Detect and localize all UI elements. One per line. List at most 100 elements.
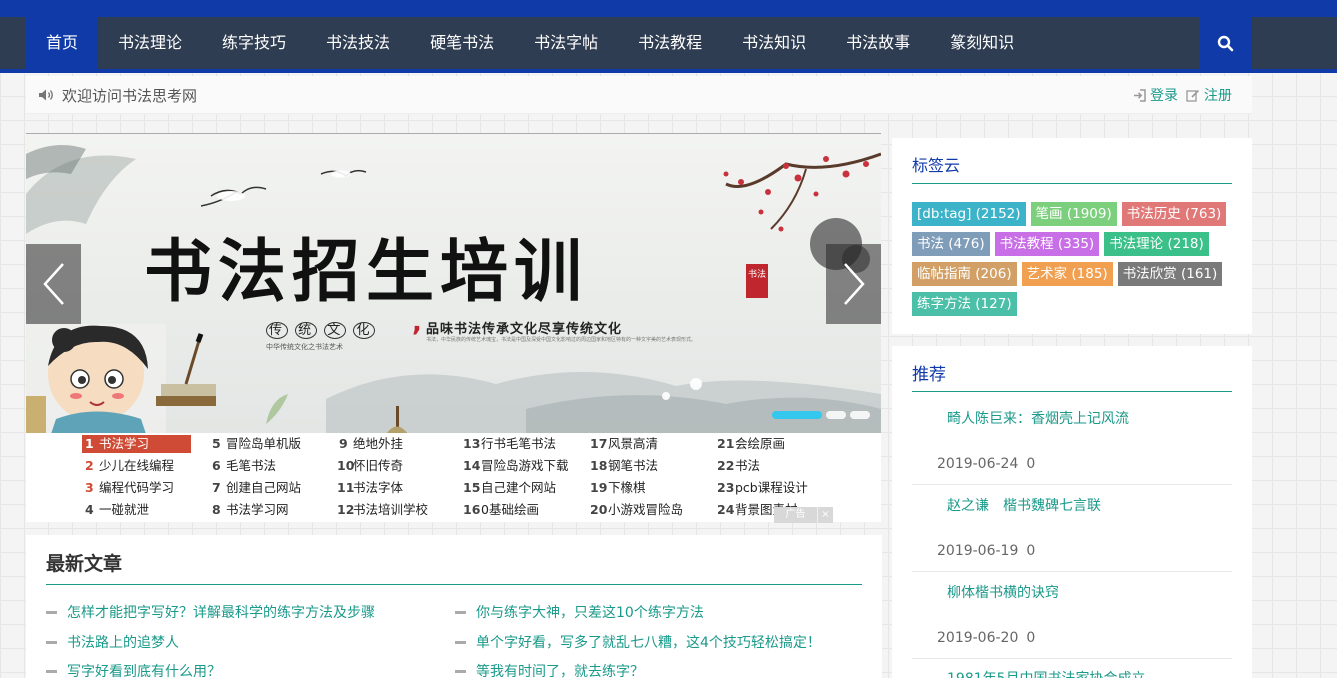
carousel-prev-button[interactable]	[26, 244, 81, 324]
login-link[interactable]: 登录	[1133, 85, 1178, 105]
tag-link[interactable]: 书法教程 (335)	[994, 232, 1100, 256]
ad-link[interactable]: 13行书毛笔书法	[463, 435, 556, 453]
register-label: 注册	[1204, 88, 1232, 104]
article-link[interactable]: 你与练字大神，只差这10个练字方法	[455, 602, 704, 622]
tag-link[interactable]: 临帖指南 (206)	[912, 262, 1017, 286]
recommend-date: 2019-06-19	[937, 543, 1019, 559]
ad-text: 冒险岛单机版	[226, 436, 302, 451]
ad-link[interactable]: 18钢笔书法	[590, 457, 658, 475]
ad-num: 4	[85, 502, 94, 517]
ad-link[interactable]: 1 书法学习	[82, 435, 191, 453]
banner-badge-char: 统	[295, 322, 318, 339]
ad-close-button[interactable]: ×	[817, 507, 833, 523]
recommend-count: 0	[1026, 630, 1036, 646]
ad-link[interactable]: 2 少儿在线编程	[85, 457, 174, 475]
article-link[interactable]: 写字好看到底有什么用？	[46, 661, 221, 678]
tag-link[interactable]: 书法历史 (763)	[1121, 202, 1227, 226]
tag-link[interactable]: 书法理论 (218)	[1104, 232, 1209, 256]
recommend-link[interactable]: 畸人陈巨来：香烟壳上记风流	[947, 408, 1129, 428]
tag-link[interactable]: [db:tag] (2152)	[912, 202, 1026, 226]
chevron-left-icon	[42, 263, 64, 305]
ad-num: 19	[590, 480, 608, 495]
ad-num: 1	[85, 436, 94, 451]
carousel-next-button[interactable]	[826, 244, 881, 324]
nav-item-practice-tips[interactable]: 练字技巧	[202, 17, 306, 69]
nav-item-home[interactable]: 首页	[26, 17, 99, 69]
ad-num: 2	[85, 458, 94, 473]
register-link[interactable]: 注册	[1186, 85, 1232, 105]
search-button[interactable]	[1199, 17, 1252, 69]
recommend-link[interactable]: 1981年5月中国书法家协会成立	[947, 668, 1146, 678]
tag-link[interactable]: 练字方法 (127)	[912, 292, 1017, 316]
recommend-count: 0	[1026, 456, 1036, 472]
ad-link[interactable]: 160基础绘画	[463, 501, 539, 519]
tag-link[interactable]: 书法 (476)	[912, 232, 990, 256]
ad-link[interactable]: 23pcb课程设计	[717, 479, 808, 497]
ad-num: 12	[337, 502, 355, 517]
article-title: 单个字好看，写多了就乱七八糟，这4个技巧轻松搞定！	[476, 635, 821, 651]
banner-caption: 中华传统文化之书法艺术	[266, 343, 343, 351]
edit-icon	[1186, 89, 1200, 102]
article-link[interactable]: 等我有时间了，就去练字？	[455, 661, 644, 678]
ad-link[interactable]: 17风景高清	[590, 435, 658, 453]
article-link[interactable]: 书法路上的追梦人	[46, 632, 179, 652]
recommend-panel: 推荐 畸人陈巨来：香烟壳上记风流 2019-06-24 0 赵之谦 楷书魏碑七言联…	[892, 346, 1252, 678]
ad-link[interactable]: 21会绘原画	[717, 435, 785, 453]
ad-link[interactable]: 3 编程代码学习	[85, 479, 174, 497]
ad-link[interactable]: 19下橡棋	[590, 479, 646, 497]
tag-link[interactable]: 书法欣赏 (161)	[1117, 262, 1223, 286]
ad-link[interactable]: 12书法培训学校	[337, 501, 428, 519]
ad-link[interactable]: 15自己建个网站	[463, 479, 556, 497]
ad-link[interactable]: 11书法字体	[337, 479, 403, 497]
ad-text: 0基础绘画	[481, 502, 539, 517]
nav-item-stories[interactable]: 书法故事	[826, 17, 930, 69]
recommend-link[interactable]: 赵之谦 楷书魏碑七言联	[947, 495, 1101, 515]
recommend-meta: 2019-06-24 0	[937, 456, 1035, 472]
speaker-icon	[39, 89, 53, 101]
article-link[interactable]: 怎样才能把字写好？详解最科学的练字方法及步骤	[46, 602, 375, 622]
banner-carousel[interactable]: 书法招生培训 书法 传 统 文 化 中华传统文化之书法艺术 , 品味书法传承文化…	[26, 133, 881, 433]
carousel-indicator[interactable]	[826, 411, 846, 419]
tag-link[interactable]: 艺术家 (185)	[1021, 262, 1113, 286]
nav-item-hard-pen[interactable]: 硬笔书法	[410, 17, 514, 69]
nav-item-theory[interactable]: 书法理论	[98, 17, 202, 69]
divider	[912, 391, 1232, 392]
ad-num: 3	[85, 480, 94, 495]
recommend-link[interactable]: 柳体楷书横的诀窍	[947, 582, 1059, 602]
ad-label-badge: 广告 ×	[774, 507, 833, 523]
ad-link[interactable]: 4 一碰就泄	[85, 501, 149, 519]
nav-item-knowledge[interactable]: 书法知识	[722, 17, 826, 69]
ad-link[interactable]: 14冒险岛游戏下载	[463, 457, 569, 475]
ad-link[interactable]: 20小游戏冒险岛	[590, 501, 683, 519]
carousel-indicator[interactable]	[850, 411, 870, 419]
ad-link[interactable]: 22书法	[717, 457, 760, 475]
nav-item-techniques[interactable]: 书法技法	[306, 17, 410, 69]
ad-link[interactable]: 5 冒险岛单机版	[212, 435, 301, 453]
ad-link[interactable]: 10怀旧传奇	[337, 457, 403, 475]
ad-num: 22	[717, 458, 735, 473]
nav-item-tutorials[interactable]: 书法教程	[618, 17, 722, 69]
banner-badge-char: 文	[324, 322, 347, 339]
carousel-indicator-active[interactable]	[772, 411, 822, 419]
tag-link[interactable]: 笔画 (1909)	[1030, 202, 1117, 226]
nav-item-copybooks[interactable]: 书法字帖	[514, 17, 618, 69]
nav-item-seal-carving[interactable]: 篆刻知识	[930, 17, 1034, 69]
ad-link[interactable]: 7 创建自己网站	[212, 479, 301, 497]
banner-badge-char: 化	[353, 322, 376, 339]
recommend-meta: 2019-06-19 0	[937, 543, 1035, 559]
ad-num: 6	[212, 458, 221, 473]
article-link[interactable]: 单个字好看，写多了就乱七八糟，这4个技巧轻松搞定！	[455, 632, 821, 652]
article-title: 等我有时间了，就去练字？	[476, 664, 644, 678]
banner-paragraph: 书法，中华民族的传统艺术瑰宝，书法是中国及深受中国文化影响过的周边国家和地区特有…	[426, 337, 697, 343]
ad-text: 一碰就泄	[99, 502, 150, 517]
ad-text: 下橡棋	[608, 480, 646, 495]
ad-link[interactable]: 6 毛笔书法	[212, 457, 276, 475]
ad-text: 书法学习网	[226, 502, 289, 517]
dash-icon	[46, 610, 57, 614]
ad-link[interactable]: 8 书法学习网	[212, 501, 289, 519]
ad-link[interactable]: 9 绝地外挂	[339, 435, 403, 453]
ad-text: 冒险岛游戏下载	[481, 458, 569, 473]
ad-text: 毛笔书法	[226, 458, 277, 473]
article-title: 你与练字大神，只差这10个练字方法	[476, 605, 704, 621]
welcome-bar: 欢迎访问书法思考网 登录 注册	[26, 76, 1252, 114]
